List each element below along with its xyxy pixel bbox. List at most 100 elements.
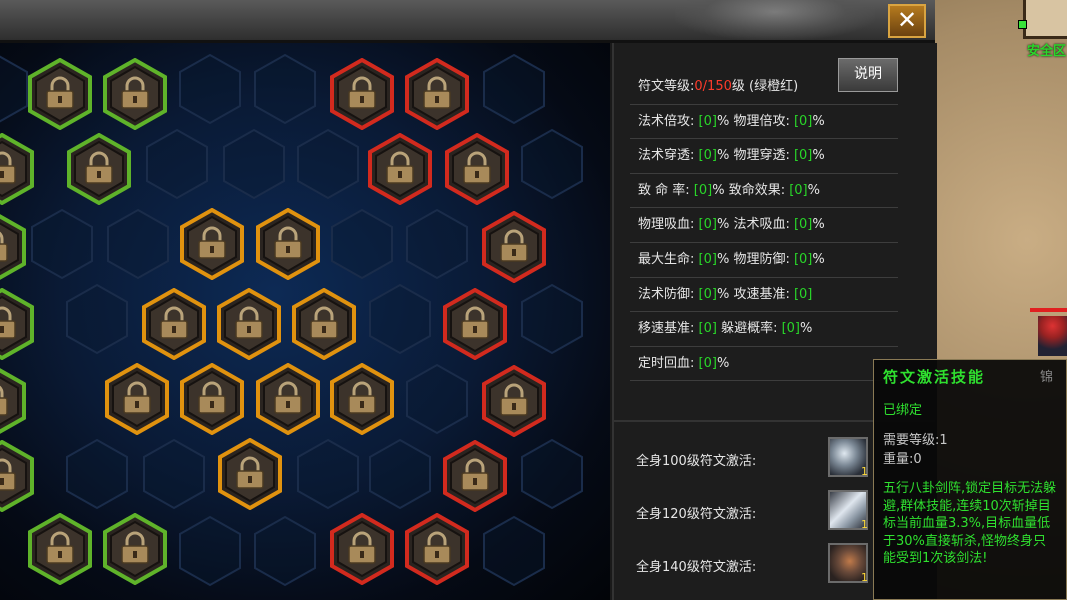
player-character (1038, 316, 1067, 356)
rune-slot-green[interactable] (0, 288, 34, 360)
empty-slot (253, 53, 317, 125)
stat-row: 物理吸血: [0]% 法术吸血: [0]% (630, 208, 898, 243)
rune-slot-red[interactable] (405, 58, 469, 130)
skill-count: 1 (861, 518, 868, 531)
stat-value: [0] (698, 217, 717, 233)
stat-value: [0] (693, 182, 713, 198)
rune-slot-green[interactable] (103, 58, 167, 130)
rune-slot-green[interactable] (0, 365, 26, 437)
staff-skill-icon[interactable]: 1 (828, 437, 868, 478)
stat-label: 最大生命: (638, 251, 699, 267)
empty-slot (482, 515, 546, 587)
stat-unit: % (716, 148, 730, 164)
rune-slot-green[interactable] (28, 513, 92, 585)
rune-slot-orange[interactable] (105, 363, 169, 435)
close-button[interactable]: ✕ (888, 4, 926, 38)
rune-slot-orange[interactable] (142, 288, 206, 360)
rune-slot-red[interactable] (368, 133, 432, 205)
empty-slot (145, 128, 209, 200)
empty-slot (142, 438, 206, 510)
empty-slot (65, 438, 129, 510)
empty-slot (368, 283, 432, 355)
stat-value: [0] (698, 251, 717, 267)
rune-slot-red[interactable] (443, 288, 507, 360)
rune-slot-orange[interactable] (292, 288, 356, 360)
stat-label: 物理穿透: (733, 148, 794, 164)
warrior-skill-icon[interactable]: 1 (828, 543, 868, 584)
skill-count: 1 (861, 571, 868, 584)
stat-value: [0] (698, 355, 717, 371)
stat-row: 法术防御: [0]% 攻速基准: [0] (630, 278, 898, 313)
skill-count: 1 (861, 465, 868, 478)
stat-label: 定时回血: (638, 355, 699, 371)
tooltip-bound-status: 已绑定 (883, 403, 923, 418)
rune-slot-green[interactable] (67, 133, 131, 205)
rune-slot-red[interactable] (482, 211, 546, 283)
rune-level-current: 0 (694, 79, 703, 94)
rune-slot-green[interactable] (0, 133, 34, 205)
explain-button[interactable]: 说明 (838, 58, 898, 92)
stat-unit: % (716, 113, 730, 129)
empty-slot (178, 515, 242, 587)
stat-value: [0] (698, 148, 717, 164)
stat-unit: % (812, 148, 825, 164)
rune-slot-orange[interactable] (217, 288, 281, 360)
stat-value: [0] (698, 113, 717, 129)
tooltip-title: 符文激活技能 (883, 368, 986, 386)
stat-unit: % (807, 182, 820, 198)
stat-unit: % (812, 217, 825, 233)
rune-slot-red[interactable] (443, 440, 507, 512)
safe-zone-label: 安全区 (1027, 44, 1067, 59)
player-hp-bar (1030, 308, 1067, 312)
rune-slot-orange[interactable] (180, 363, 244, 435)
rune-slot-red[interactable] (330, 513, 394, 585)
stat-label: 法术吸血: (733, 217, 794, 233)
rune-slot-red[interactable] (482, 365, 546, 437)
rune-slot-orange[interactable] (256, 363, 320, 435)
stat-label: 物理倍攻: (733, 113, 794, 129)
world-side-text: 锦 (1040, 370, 1054, 385)
rune-slot-orange[interactable] (256, 208, 320, 280)
rune-slot-green[interactable] (0, 211, 26, 283)
rune-slot-green[interactable] (103, 513, 167, 585)
tooltip-weight: 重量:0 (883, 452, 922, 467)
dragon-ornament (675, 0, 875, 40)
stats-list: 符文等级:0/150级 (绿橙红) 法术倍攻: [0]% 物理倍攻: [0]% 法… (630, 70, 898, 382)
activation-label: 全身120级符文激活: (636, 507, 757, 522)
stat-label: 物理吸血: (638, 217, 699, 233)
rune-slot-green[interactable] (0, 440, 34, 512)
ice-spike-skill-icon[interactable]: 1 (828, 490, 868, 531)
stat-value: [0] (793, 113, 813, 129)
empty-slot (0, 53, 29, 125)
empty-slot (520, 438, 584, 510)
rune-slot-orange[interactable] (218, 438, 282, 510)
stat-label: 攻速基准: (733, 286, 794, 302)
stat-row: 法术穿透: [0]% 物理穿透: [0]% (630, 139, 898, 174)
empty-slot (520, 283, 584, 355)
rune-slot-orange[interactable] (330, 363, 394, 435)
rune-slot-red[interactable] (445, 133, 509, 205)
stat-label: 致 命 率: (638, 182, 694, 198)
stat-unit: % (712, 182, 725, 198)
stat-value: [0] (793, 286, 813, 302)
empty-slot (296, 128, 360, 200)
empty-slot (405, 208, 469, 280)
stat-row: 最大生命: [0]% 物理防御: [0]% (630, 243, 898, 278)
window-title-bar (0, 0, 935, 43)
stat-value: [0] (793, 217, 813, 233)
rune-slot-red[interactable] (330, 58, 394, 130)
empty-slot (222, 128, 286, 200)
empty-slot (368, 438, 432, 510)
stat-unit: % (812, 251, 825, 267)
stat-label: 致命效果: (728, 182, 790, 198)
rune-slot-orange[interactable] (180, 208, 244, 280)
stat-unit: % (716, 251, 730, 267)
rune-slot-red[interactable] (405, 513, 469, 585)
empty-slot (106, 208, 170, 280)
minimap-frame (1023, 0, 1067, 39)
empty-slot (178, 53, 242, 125)
empty-slot (30, 208, 94, 280)
rune-slot-green[interactable] (28, 58, 92, 130)
empty-slot (253, 515, 317, 587)
stat-value: [0] (789, 182, 808, 198)
